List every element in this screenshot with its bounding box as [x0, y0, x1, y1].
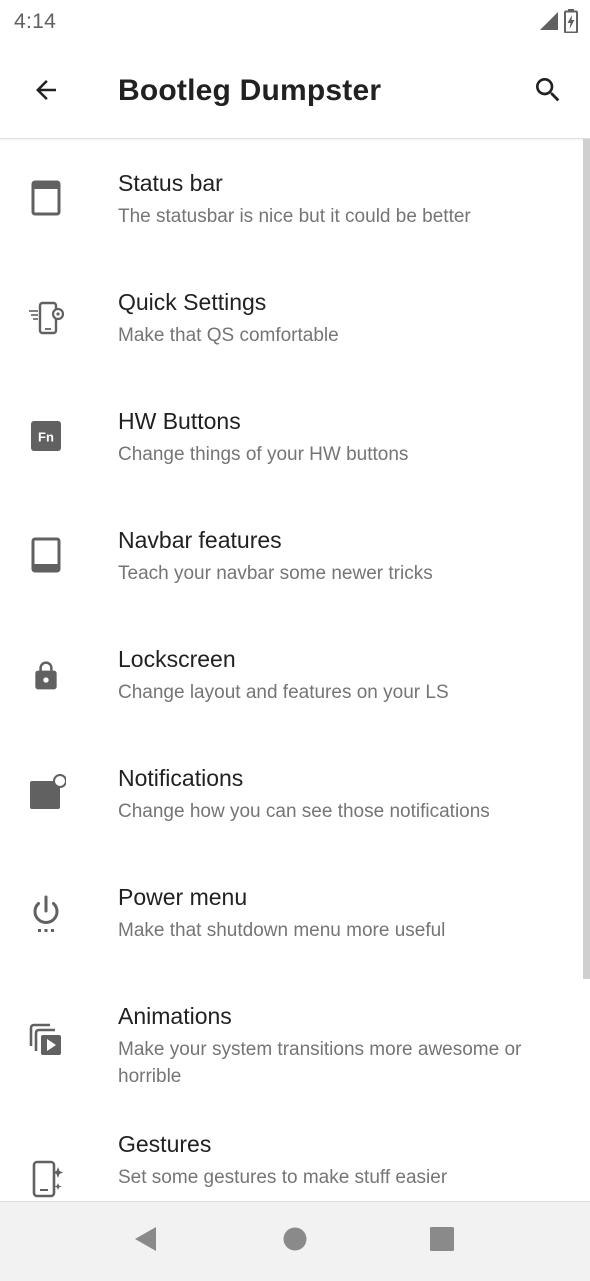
nav-recents-button[interactable] [422, 1221, 462, 1261]
nav-back-button[interactable] [125, 1221, 165, 1261]
list-item-title: Gestures [118, 1131, 212, 1157]
list-item-summary: Teach your navbar some newer tricks [118, 563, 433, 584]
home-circle-icon [282, 1226, 308, 1257]
list-item-title: Quick Settings [118, 289, 267, 315]
list-item-summary: Change things of your HW buttons [118, 444, 409, 465]
animations-icon [22, 1016, 70, 1064]
quick-settings-icon [22, 294, 70, 342]
status-bar: 4:14 [0, 0, 590, 46]
list-item-summary: Change how you can see those notificatio… [118, 801, 490, 822]
search-button[interactable] [524, 68, 572, 116]
list-item-notifications[interactable]: Notifications Change how you can see tho… [0, 734, 590, 853]
system-nav-bar [0, 1201, 590, 1281]
app-bar: Bootleg Dumpster [0, 46, 590, 139]
list-item-summary: Change layout and features on your LS [118, 682, 449, 703]
list-item-quick-settings[interactable]: Quick Settings Make that QS comfortable [0, 258, 590, 377]
status-bar-icon [22, 174, 70, 222]
list-item-navbar-features[interactable]: Navbar features Teach your navbar some n… [0, 496, 590, 615]
battery-charging-icon [564, 8, 578, 38]
list-item-title: Status bar [118, 170, 223, 196]
list-item-title: Navbar features [118, 527, 282, 553]
cell-signal-icon [538, 10, 560, 37]
power-menu-icon [22, 890, 70, 938]
list-item-summary: The statusbar is nice but it could be be… [118, 206, 471, 227]
navbar-icon [22, 531, 70, 579]
list-item-title: Notifications [118, 765, 244, 791]
status-icons [538, 8, 578, 38]
list-item-summary: Set some gestures to make stuff easier [118, 1167, 448, 1188]
list-item-summary: Make your system transitions more awesom… [118, 1039, 522, 1087]
notification-icon [22, 769, 70, 817]
list-item-animations[interactable]: Animations Make your system transitions … [0, 972, 590, 1118]
page-title: Bootleg Dumpster [118, 74, 382, 107]
list-item-title: Power menu [118, 884, 248, 910]
status-time: 4:14 [14, 10, 57, 33]
back-triangle-icon [132, 1225, 158, 1258]
list-item-lockscreen[interactable]: Lockscreen Change layout and features on… [0, 615, 590, 734]
search-icon [532, 74, 564, 111]
list-item-status-bar[interactable]: Status bar The statusbar is nice but it … [0, 139, 590, 258]
settings-list[interactable]: Status bar The statusbar is nice but it … [0, 139, 590, 1201]
scrollbar-thumb[interactable] [583, 139, 590, 979]
list-item-power-menu[interactable]: Power menu Make that shutdown menu more … [0, 853, 590, 972]
list-item-title: Animations [118, 1003, 232, 1029]
arrow-back-icon [31, 75, 61, 110]
list-item-gestures[interactable]: Gestures Set some gestures to make stuff… [0, 1118, 590, 1201]
list-item-summary: Make that shutdown menu more useful [118, 920, 446, 941]
recents-square-icon [429, 1226, 455, 1257]
list-item-summary: Make that QS comfortable [118, 325, 339, 346]
list-item-hw-buttons[interactable]: Fn HW Buttons Change things of your HW b… [0, 377, 590, 496]
back-button[interactable] [22, 68, 70, 116]
fn-key-icon: Fn [22, 412, 70, 460]
list-item-title: HW Buttons [118, 408, 241, 434]
list-item-title: Lockscreen [118, 646, 236, 672]
svg-text:Fn: Fn [38, 430, 54, 445]
gestures-icon [22, 1155, 70, 1201]
lock-icon [22, 652, 70, 700]
nav-home-button[interactable] [275, 1221, 315, 1261]
